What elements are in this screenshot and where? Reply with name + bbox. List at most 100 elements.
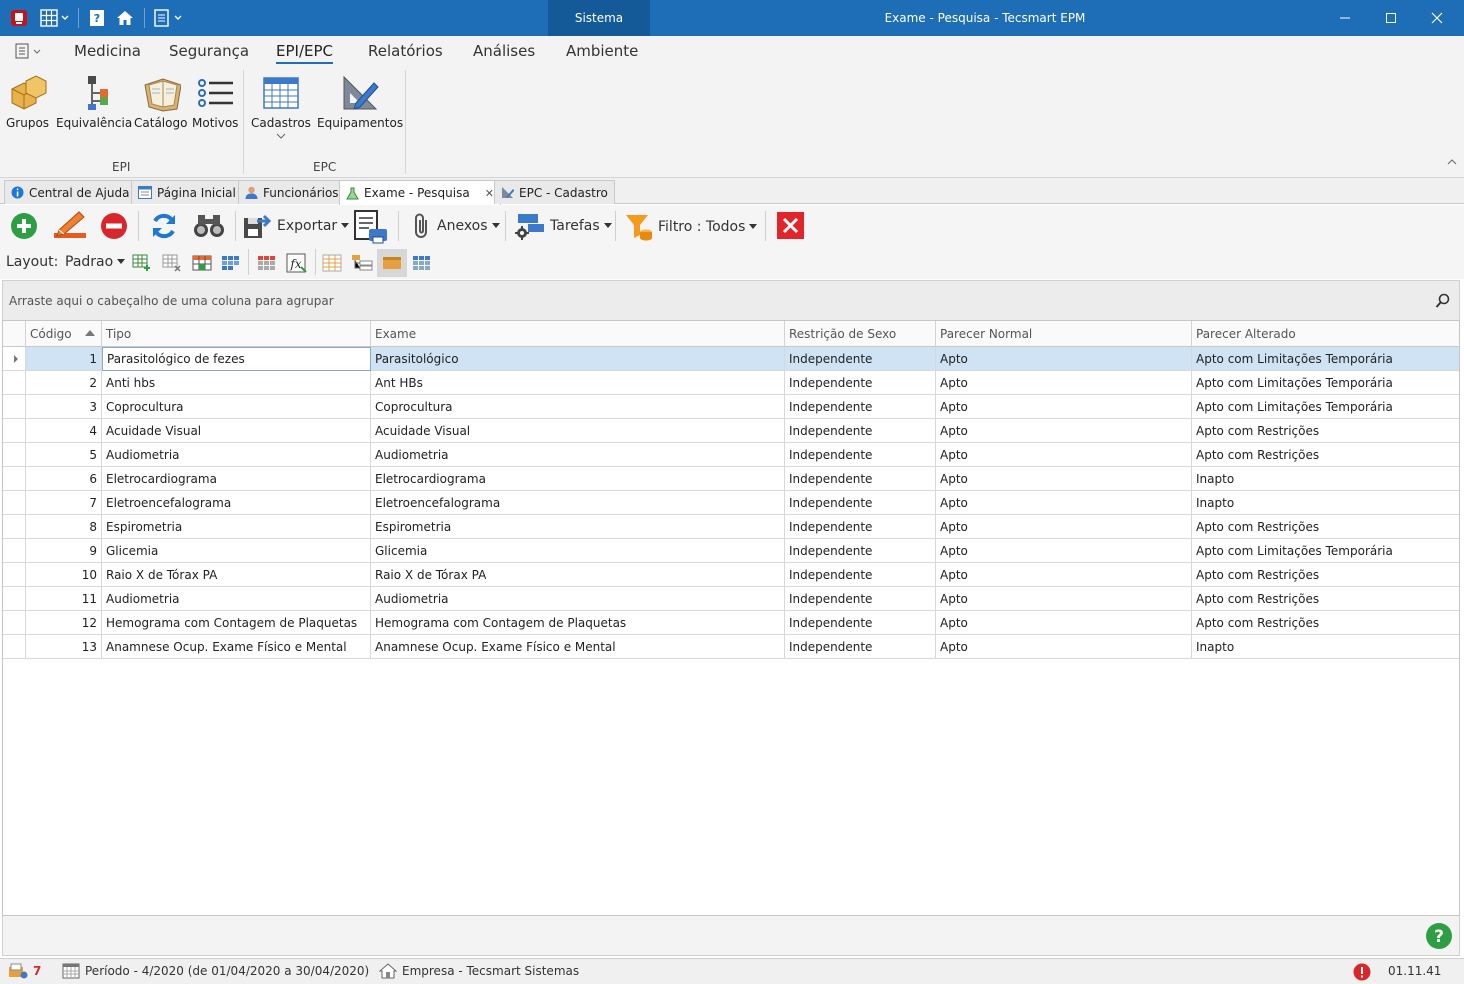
row-indicator[interactable] (3, 467, 26, 491)
tab-funcionarios[interactable]: Funcionários (238, 180, 346, 204)
row-indicator[interactable] (3, 491, 26, 515)
table-row[interactable]: 4 Acuidade Visual Acuidade Visual Independe… (3, 419, 1459, 443)
close-screen-button[interactable] (777, 212, 804, 239)
close-tab-icon[interactable]: ✕ (485, 187, 494, 200)
cell-codigo[interactable]: 7 (26, 491, 102, 515)
cell-parecer-normal[interactable]: Apto (936, 419, 1192, 443)
company-indicator[interactable]: Empresa - Tecsmart Sistemas (379, 963, 579, 979)
cell-parecer-normal[interactable]: Apto (936, 587, 1192, 611)
ribbon-tab-ambiente[interactable]: Ambiente (566, 42, 638, 64)
motivos-button[interactable]: Motivos (192, 70, 238, 130)
view-bands-button[interactable] (412, 254, 432, 272)
cell-parecer-alterado[interactable]: Apto com Restrições (1192, 587, 1459, 611)
close-window-button[interactable] (1414, 0, 1460, 36)
cell-parecer-alterado[interactable]: Apto com Restrições (1192, 563, 1459, 587)
cell-exame[interactable]: Glicemia (371, 539, 785, 563)
cell-codigo[interactable]: 2 (26, 371, 102, 395)
cell-parecer-alterado[interactable]: Apto com Limitações Temporária (1192, 347, 1459, 371)
cell-restricao-sexo[interactable]: Independente (785, 347, 936, 371)
view-grid-button[interactable] (322, 254, 342, 272)
collapse-ribbon-icon[interactable] (1446, 156, 1458, 170)
cell-restricao-sexo[interactable]: Independente (785, 467, 936, 491)
cell-parecer-normal[interactable]: Apto (936, 491, 1192, 515)
row-indicator[interactable] (3, 395, 26, 419)
cell-tipo[interactable]: Glicemia (102, 539, 371, 563)
table-row[interactable]: 13 Anamnese Ocup. Exame Físico e Mental An… (3, 635, 1459, 659)
exam-grid[interactable]: Código Tipo Exame Restrição de Sexo Pare… (2, 320, 1460, 916)
cell-codigo[interactable]: 10 (26, 563, 102, 587)
delete-button[interactable] (100, 212, 128, 240)
notifications-indicator[interactable]: 7 (8, 963, 41, 979)
cell-parecer-normal[interactable]: Apto (936, 443, 1192, 467)
column-header-exame[interactable]: Exame (371, 321, 785, 347)
cell-exame[interactable]: Eletroencefalograma (371, 491, 785, 515)
cell-tipo[interactable]: Raio X de Tórax PA (102, 563, 371, 587)
cell-exame[interactable]: Raio X de Tórax PA (371, 563, 785, 587)
ribbon-tab-relatorios[interactable]: Relatórios (368, 42, 443, 64)
cell-parecer-normal[interactable]: Apto (936, 635, 1192, 659)
row-indicator[interactable] (3, 443, 26, 467)
cell-codigo[interactable]: 6 (26, 467, 102, 491)
cell-tipo[interactable]: Parasitológico de fezes (102, 347, 371, 371)
cell-exame[interactable]: Hemograma com Contagem de Plaquetas (371, 611, 785, 635)
cell-restricao-sexo[interactable]: Independente (785, 395, 936, 419)
cell-codigo[interactable]: 4 (26, 419, 102, 443)
cell-parecer-normal[interactable]: Apto (936, 539, 1192, 563)
cell-tipo[interactable]: Coprocultura (102, 395, 371, 419)
cell-parecer-alterado[interactable]: Apto com Limitações Temporária (1192, 371, 1459, 395)
tab-central-ajuda[interactable]: Central de Ajuda (4, 180, 137, 204)
cell-parecer-alterado[interactable]: Apto com Limitações Temporária (1192, 539, 1459, 563)
cell-codigo[interactable]: 5 (26, 443, 102, 467)
view-tree-button[interactable] (351, 254, 373, 272)
layout-save-button[interactable] (192, 254, 212, 272)
cell-restricao-sexo[interactable]: Independente (785, 611, 936, 635)
table-row[interactable]: 11 Audiometria Audiometria Independente Apto… (3, 587, 1459, 611)
grupos-button[interactable]: Grupos (6, 70, 49, 130)
tab-pagina-inicial[interactable]: Página Inicial (131, 180, 243, 204)
cell-restricao-sexo[interactable]: Independente (785, 539, 936, 563)
row-indicator[interactable] (3, 515, 26, 539)
row-indicator[interactable] (3, 371, 26, 395)
tab-epc-cadastro[interactable]: EPC - Cadastro (494, 180, 615, 204)
cell-parecer-alterado[interactable]: Inapto (1192, 491, 1459, 515)
layout-columns-button[interactable] (221, 254, 241, 272)
column-header-tipo[interactable]: Tipo (102, 321, 371, 347)
cell-parecer-normal[interactable]: Apto (936, 467, 1192, 491)
cell-restricao-sexo[interactable]: Independente (785, 587, 936, 611)
equipamentos-button[interactable]: Equipamentos (317, 70, 403, 130)
layout-select[interactable]: Padrao (65, 254, 126, 270)
cell-restricao-sexo[interactable]: Independente (785, 419, 936, 443)
equivalencia-button[interactable]: Equivalência (56, 70, 132, 130)
cell-codigo[interactable]: 8 (26, 515, 102, 539)
cell-codigo[interactable]: 9 (26, 539, 102, 563)
cell-exame[interactable]: Eletrocardiograma (371, 467, 785, 491)
column-header-parecer-alterado[interactable]: Parecer Alterado (1192, 321, 1459, 347)
table-row[interactable]: 3 Coprocultura Coprocultura Independente Apt… (3, 395, 1459, 419)
tab-exame-pesquisa[interactable]: Exame - Pesquisa ✕ (339, 180, 501, 205)
maximize-button[interactable] (1368, 0, 1414, 36)
row-indicator[interactable] (3, 635, 26, 659)
column-header-codigo[interactable]: Código (26, 321, 102, 347)
ribbon-tab-analises[interactable]: Análises (473, 42, 535, 64)
row-indicator[interactable] (3, 539, 26, 563)
cell-exame[interactable]: Ant HBs (371, 371, 785, 395)
cell-tipo[interactable]: Hemograma com Contagem de Plaquetas (102, 611, 371, 635)
row-indicator[interactable] (3, 563, 26, 587)
table-row[interactable]: 2 Anti hbs Ant HBs Independente Apto Apto com… (3, 371, 1459, 395)
catalogo-button[interactable]: Catálogo (134, 70, 187, 130)
column-header-parecer-normal[interactable]: Parecer Normal (936, 321, 1192, 347)
layout-remove-button[interactable] (162, 254, 182, 272)
cell-tipo[interactable]: Audiometria (102, 587, 371, 611)
table-row[interactable]: 8 Espirometria Espirometria Independente Apt… (3, 515, 1459, 539)
minimize-button[interactable] (1322, 0, 1368, 36)
cell-parecer-alterado[interactable]: Inapto (1192, 635, 1459, 659)
cell-exame[interactable]: Audiometria (371, 587, 785, 611)
cell-parecer-normal[interactable]: Apto (936, 563, 1192, 587)
sistema-tab[interactable]: Sistema (548, 0, 650, 36)
ribbon-menu-icon[interactable] (14, 42, 44, 63)
help-icon[interactable]: ? (1425, 922, 1453, 950)
app-logo-icon[interactable] (8, 6, 30, 30)
cell-parecer-normal[interactable]: Apto (936, 611, 1192, 635)
cell-parecer-alterado[interactable]: Apto com Restrições (1192, 515, 1459, 539)
error-alert-icon[interactable] (1353, 963, 1371, 981)
